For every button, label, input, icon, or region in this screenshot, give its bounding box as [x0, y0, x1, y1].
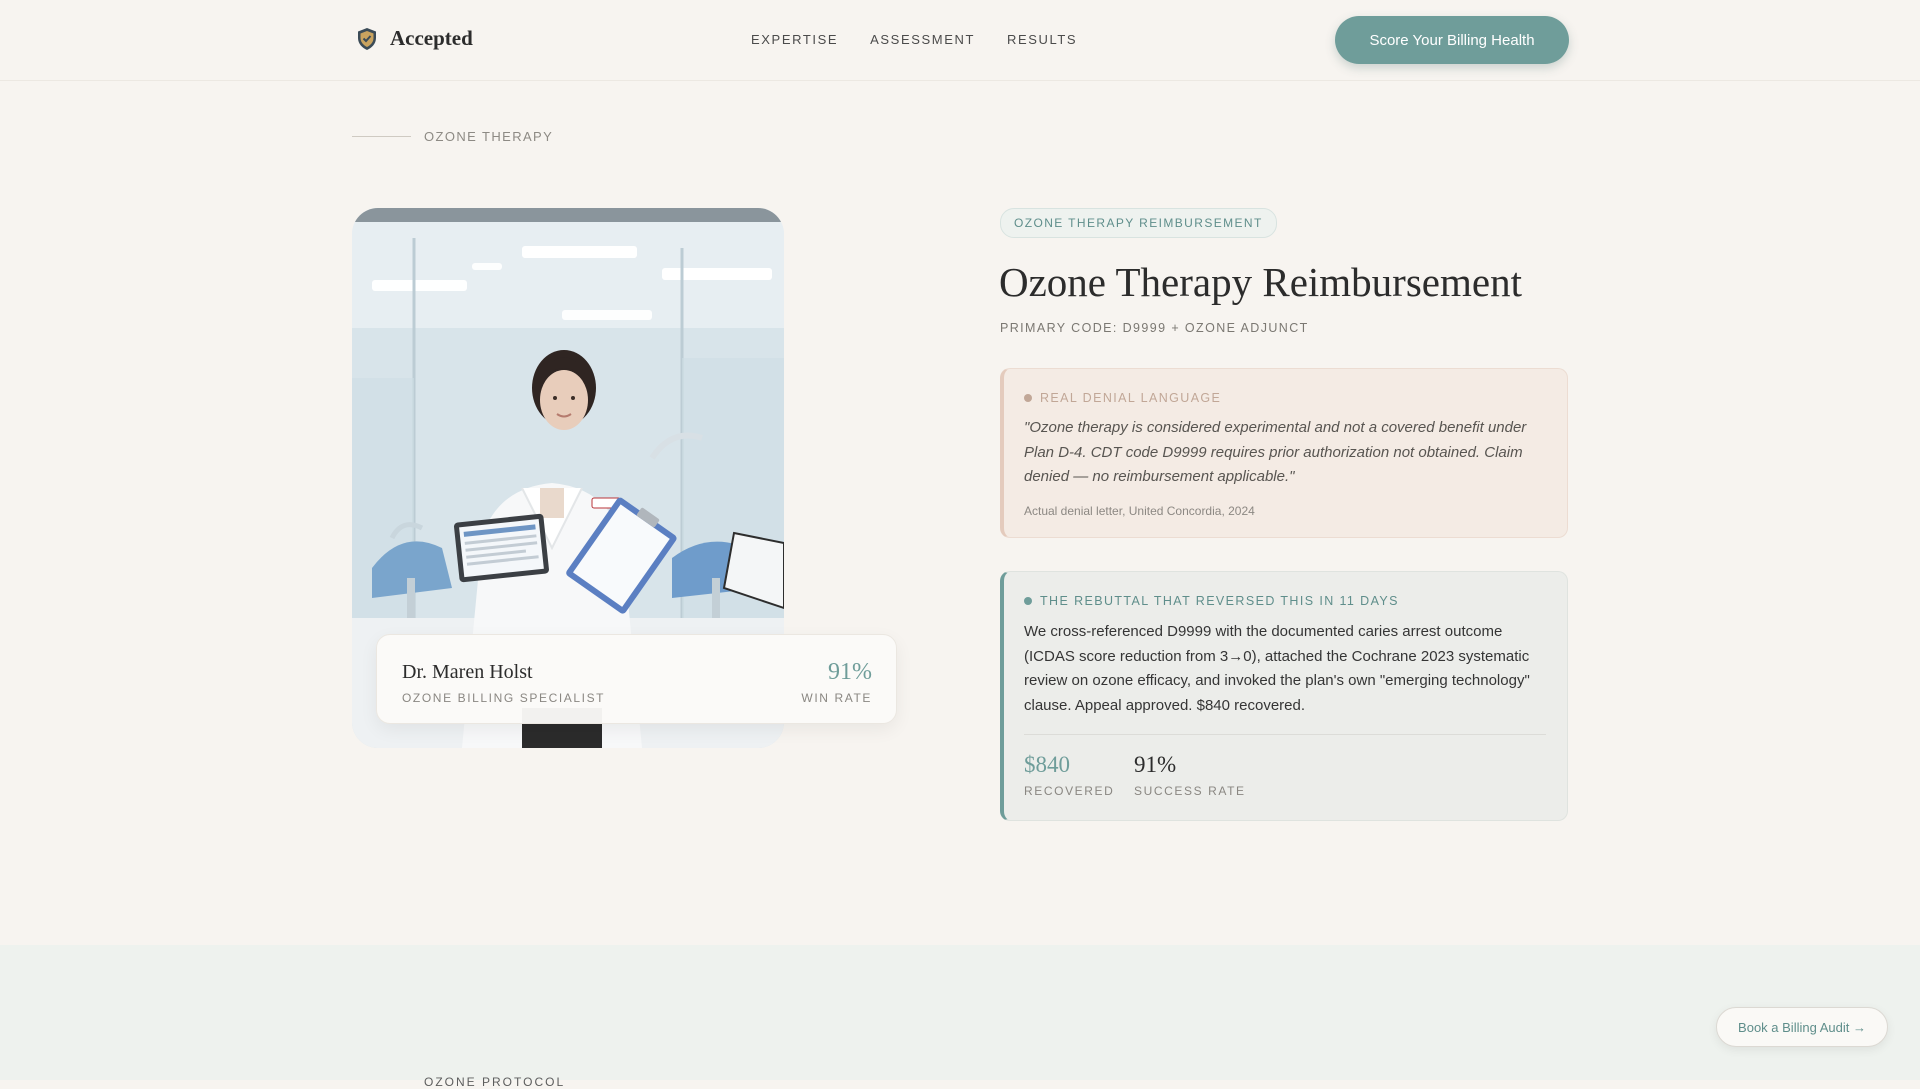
denial-label: REAL DENIAL LANGUAGE — [1024, 391, 1221, 405]
breadcrumb: OZONE THERAPY — [352, 129, 553, 144]
win-rate-label: WIN RATE — [801, 691, 872, 705]
rebuttal-label: THE REBUTTAL THAT REVERSED THIS IN 11 DA… — [1024, 594, 1399, 608]
denial-language-box: REAL DENIAL LANGUAGE "Ozone therapy is c… — [1000, 368, 1568, 538]
win-rate-value: 91% — [828, 659, 872, 685]
rebuttal-label-text: THE REBUTTAL THAT REVERSED THIS IN 11 DA… — [1040, 594, 1399, 608]
stat-recovered-label: RECOVERED — [1024, 784, 1115, 798]
score-billing-health-button[interactable]: Score Your Billing Health — [1335, 16, 1569, 64]
stat-success-rate: 91% SUCCESS RATE — [1134, 752, 1246, 798]
section-heading-peek: OZONE PROTOCOL — [424, 1075, 566, 1089]
next-section: OZONE PROTOCOL — [0, 945, 1920, 1089]
bullet-dot-icon — [1024, 394, 1032, 402]
primary-code: PRIMARY CODE: D9999 + OZONE ADJUNCT — [1000, 321, 1309, 335]
rebuttal-divider — [1024, 734, 1546, 735]
denial-source: Actual denial letter, United Concordia, … — [1024, 504, 1255, 518]
nav-link-results[interactable]: RESULTS — [1007, 32, 1077, 47]
bullet-dot-icon — [1024, 597, 1032, 605]
specialist-card: Dr. Maren Holst OZONE BILLING SPECIALIST… — [376, 634, 897, 724]
rebuttal-text: We cross-referenced D9999 with the docum… — [1024, 623, 1530, 714]
page-title: Ozone Therapy Reimbursement — [999, 259, 1522, 305]
nav-link-expertise[interactable]: EXPERTISE — [751, 32, 838, 47]
main-nav: EXPERTISE ASSESSMENT RESULTS — [751, 32, 1077, 47]
denial-label-text: REAL DENIAL LANGUAGE — [1040, 391, 1222, 405]
book-billing-audit-button[interactable]: Book a Billing Audit → — [1716, 1007, 1888, 1047]
specialist-role: OZONE BILLING SPECIALIST — [402, 691, 606, 705]
brand-logo-link[interactable]: Accepted — [356, 26, 473, 51]
denial-quote: "Ozone therapy is considered experimenta… — [1024, 419, 1527, 485]
shield-icon — [358, 27, 376, 50]
breadcrumb-line — [352, 136, 411, 137]
stat-recovered-value: $840 — [1024, 752, 1070, 777]
breadcrumb-label: OZONE THERAPY — [424, 129, 554, 144]
nav-link-assessment[interactable]: ASSESSMENT — [870, 32, 975, 47]
top-nav-bar: Accepted EXPERTISE ASSESSMENT RESULTS Sc… — [0, 0, 1920, 81]
category-tag: OZONE THERAPY REIMBURSEMENT — [1000, 208, 1277, 238]
brand-name: Accepted — [390, 26, 473, 50]
stat-recovered: $840 RECOVERED — [1024, 752, 1114, 798]
stat-success-label: SUCCESS RATE — [1134, 784, 1246, 798]
specialist-name: Dr. Maren Holst — [402, 661, 533, 683]
rebuttal-box: THE REBUTTAL THAT REVERSED THIS IN 11 DA… — [1000, 571, 1568, 821]
stat-success-value: 91% — [1134, 752, 1177, 777]
